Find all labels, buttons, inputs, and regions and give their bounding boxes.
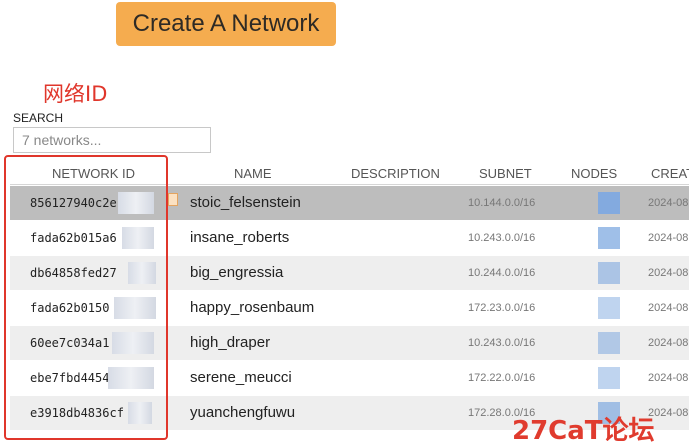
node-square-icon[interactable] [598,297,620,319]
created-cell: 2024-08 [648,372,689,384]
created-cell: 2024-08 [648,197,689,209]
column-header-created[interactable]: CREAT [651,166,689,181]
annotation-network-id: 网络ID [43,82,108,106]
network-name-cell: yuanchengfuwu [190,404,296,421]
subnet-cell: 172.23.0.0/16 [468,302,536,314]
subnet-cell: 10.243.0.0/16 [468,232,536,244]
create-network-button[interactable]: Create A Network [116,2,336,46]
subnet-cell: 172.22.0.0/16 [468,372,536,384]
node-square-icon[interactable] [598,332,620,354]
column-header-description[interactable]: DESCRIPTION [351,166,440,181]
column-header-name[interactable]: NAME [234,166,272,181]
created-cell: 2024-08 [648,232,689,244]
network-name-cell: serene_meucci [190,369,292,386]
watermark: 27CaT论坛 [512,416,655,446]
node-square-icon[interactable] [598,367,620,389]
column-header-nodes[interactable]: NODES [571,166,617,181]
network-name-cell: stoic_felsenstein [190,194,301,211]
created-cell: 2024-08 [648,302,689,314]
subnet-cell: 10.144.0.0/16 [468,197,536,209]
node-square-icon[interactable] [598,192,620,214]
network-name-cell: big_engressia [190,264,284,281]
network-name-cell: happy_rosenbaum [190,299,315,316]
network-name-cell: insane_roberts [190,229,290,246]
network-name-cell: high_draper [190,334,271,351]
document-icon [168,193,178,206]
subnet-cell: 10.244.0.0/16 [468,267,536,279]
created-cell: 2024-08 [648,267,689,279]
search-label: SEARCH [13,111,64,125]
search-input[interactable] [13,127,211,153]
subnet-cell: 10.243.0.0/16 [468,337,536,349]
created-cell: 2024-08 [648,337,689,349]
column-header-subnet[interactable]: SUBNET [479,166,532,181]
node-square-icon[interactable] [598,227,620,249]
annotation-highlight-box [4,155,168,440]
node-square-icon[interactable] [598,262,620,284]
